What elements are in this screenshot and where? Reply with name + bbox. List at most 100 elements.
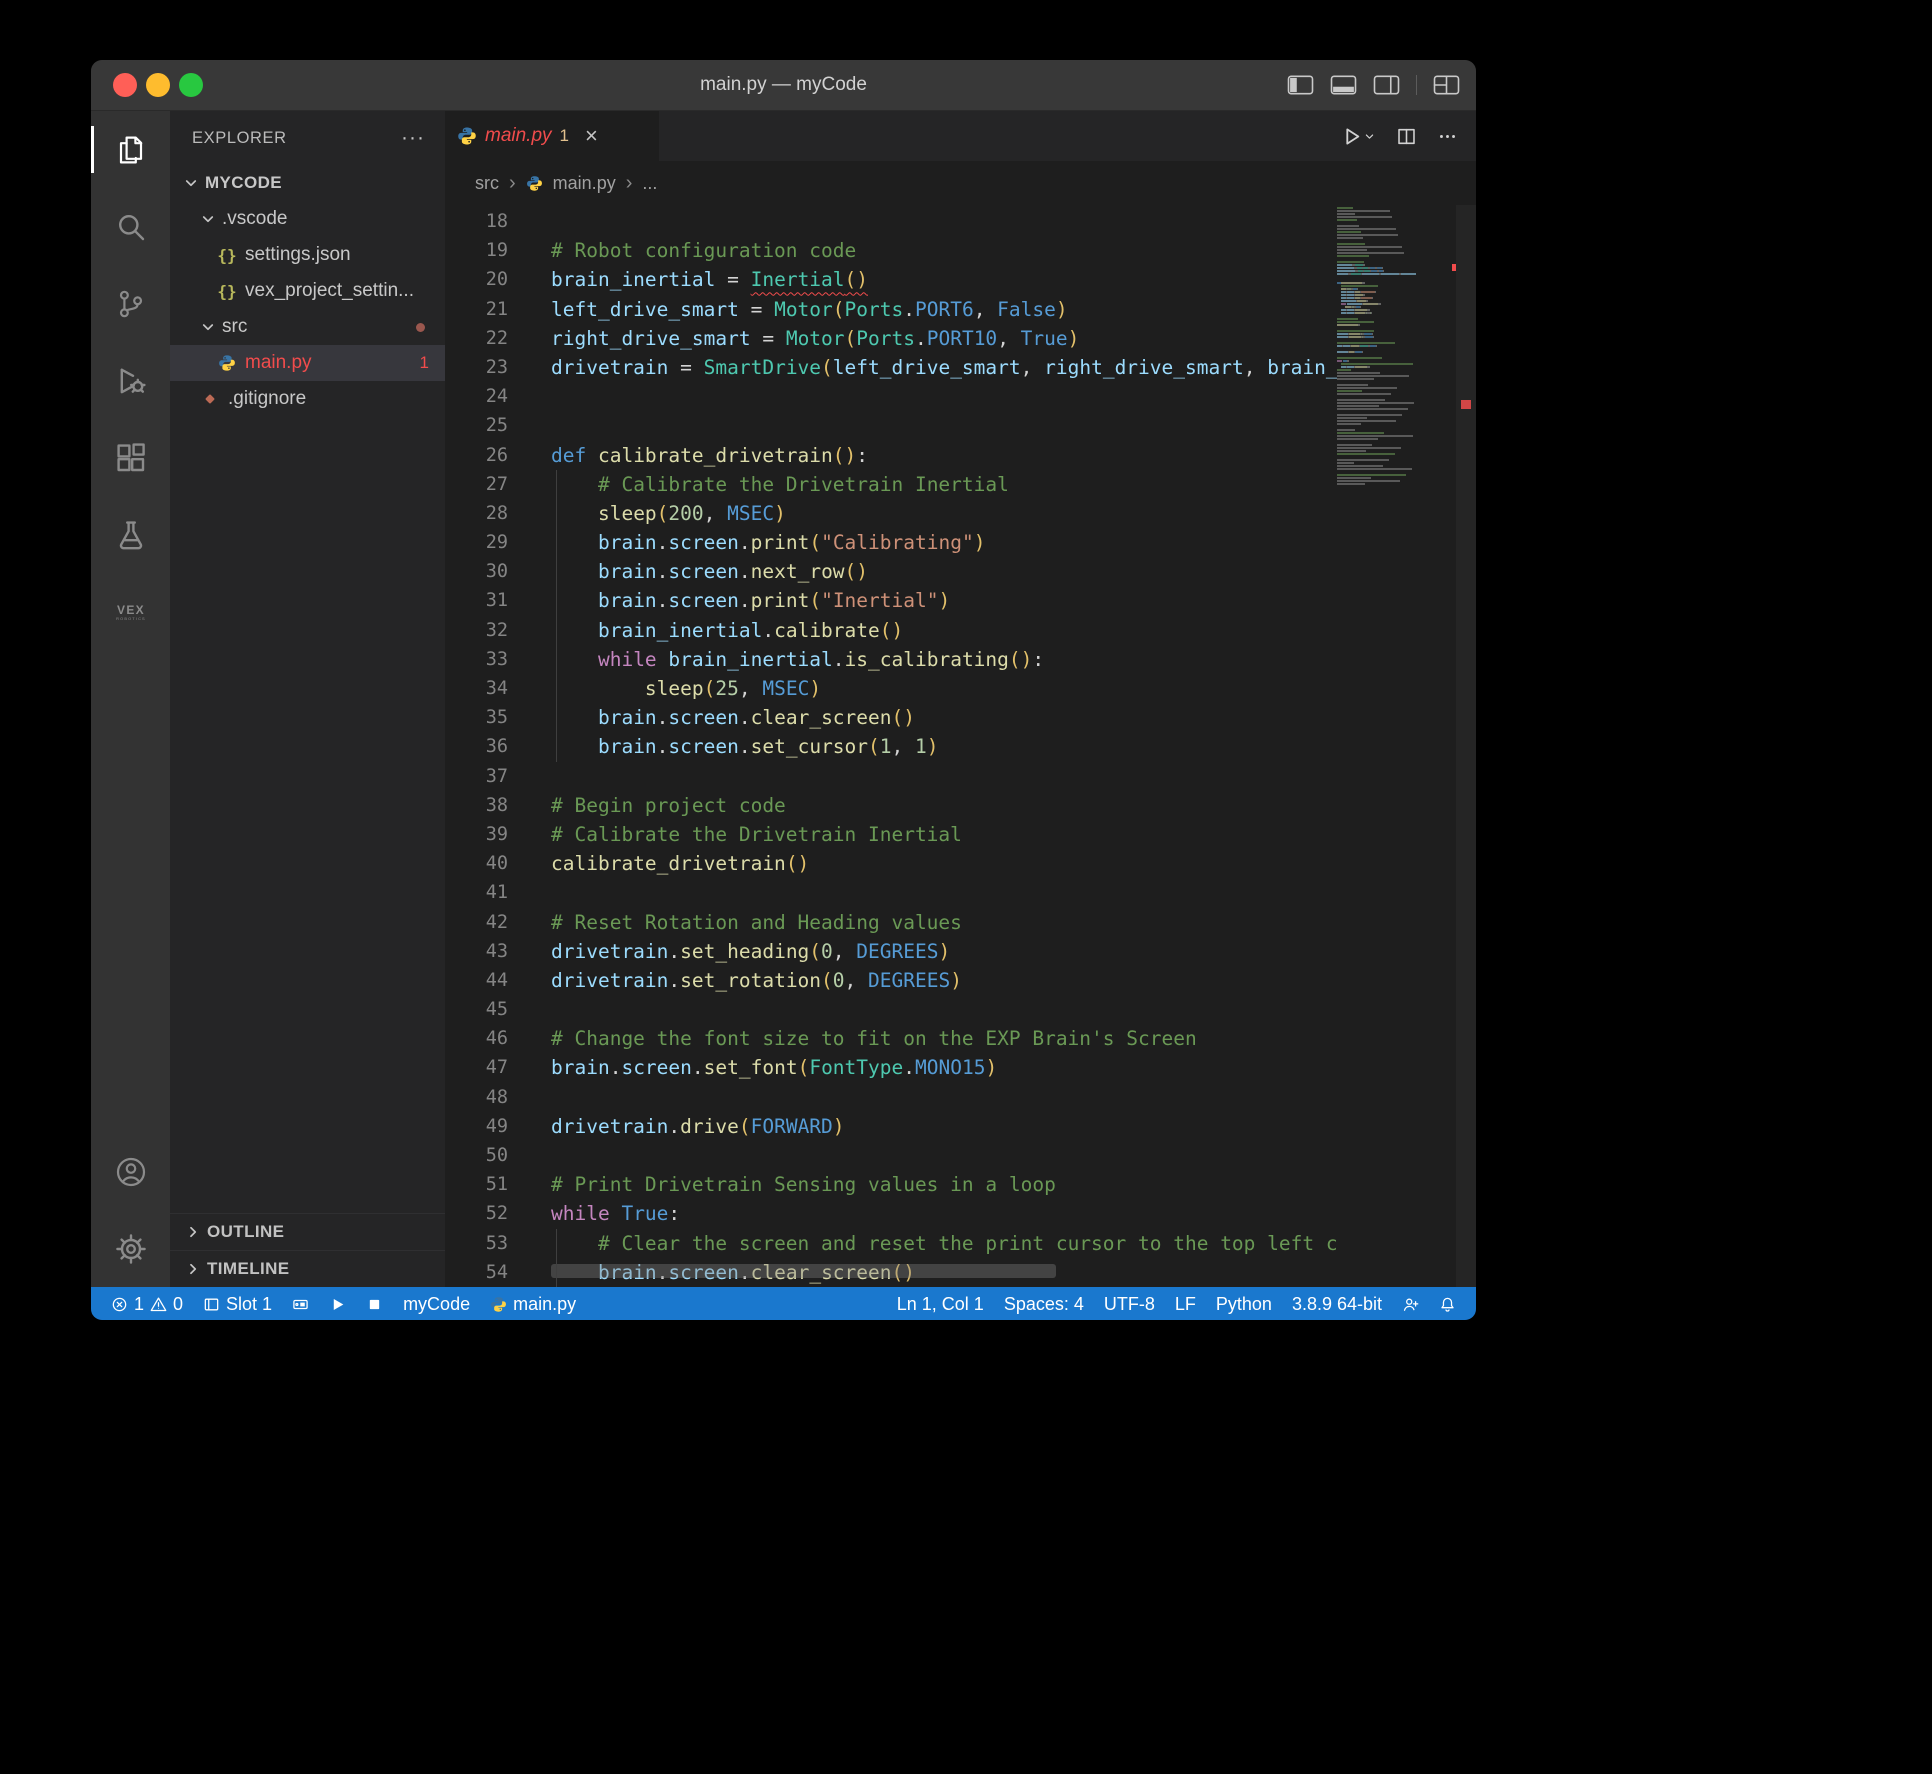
customize-layout[interactable] — [1433, 75, 1460, 95]
code-line-50[interactable]: 50 — [445, 1141, 1337, 1170]
status-cursor-position[interactable]: Ln 1, Col 1 — [887, 1287, 994, 1320]
line-number[interactable]: 32 — [445, 616, 508, 645]
code-line-53[interactable]: 53 # Clear the screen and reset the prin… — [445, 1229, 1337, 1258]
line-number[interactable]: 18 — [445, 207, 508, 236]
line-number[interactable]: 22 — [445, 324, 508, 353]
code-line-27[interactable]: 27 # Calibrate the Drivetrain Inertial — [445, 470, 1337, 499]
activity-settings[interactable] — [91, 1210, 170, 1287]
overview-ruler[interactable] — [1456, 205, 1476, 1287]
code-line-20[interactable]: 20brain_inertial = Inertial() — [445, 265, 1337, 294]
code-line-45[interactable]: 45 — [445, 995, 1337, 1024]
line-number[interactable]: 34 — [445, 674, 508, 703]
line-number[interactable]: 46 — [445, 1024, 508, 1053]
status-eol[interactable]: LF — [1165, 1287, 1206, 1320]
tree-item-file-settings-json[interactable]: {}settings.json — [170, 237, 445, 273]
zoom-button[interactable] — [179, 73, 203, 97]
line-number[interactable]: 41 — [445, 878, 508, 907]
code-line-21[interactable]: 21left_drive_smart = Motor(Ports.PORT6, … — [445, 295, 1337, 324]
status-encoding[interactable]: UTF-8 — [1094, 1287, 1165, 1320]
code-line-24[interactable]: 24 — [445, 382, 1337, 411]
code-line-40[interactable]: 40calibrate_drivetrain() — [445, 849, 1337, 878]
outline-section[interactable]: OUTLINE — [170, 1213, 445, 1250]
line-number[interactable]: 25 — [445, 411, 508, 440]
toggle-primary-sidebar[interactable] — [1287, 75, 1314, 95]
activity-testing[interactable] — [91, 496, 170, 573]
minimize-button[interactable] — [146, 73, 170, 97]
code-line-42[interactable]: 42# Reset Rotation and Heading values — [445, 908, 1337, 937]
code-line-47[interactable]: 47brain.screen.set_font(FontType.MONO15) — [445, 1053, 1337, 1082]
editor-action-more-actions[interactable] — [1437, 126, 1458, 147]
code-line-37[interactable]: 37 — [445, 762, 1337, 791]
line-number[interactable]: 24 — [445, 382, 508, 411]
code-lines[interactable]: 1819# Robot configuration code20brain_in… — [445, 207, 1337, 1287]
line-number[interactable]: 23 — [445, 353, 508, 382]
code-line-28[interactable]: 28 sleep(200, MSEC) — [445, 499, 1337, 528]
code-line-39[interactable]: 39# Calibrate the Drivetrain Inertial — [445, 820, 1337, 849]
code-line-19[interactable]: 19# Robot configuration code — [445, 236, 1337, 265]
line-number[interactable]: 19 — [445, 236, 508, 265]
code-line-38[interactable]: 38# Begin project code — [445, 791, 1337, 820]
code-line-51[interactable]: 51# Print Drivetrain Sensing values in a… — [445, 1170, 1337, 1199]
line-number[interactable]: 29 — [445, 528, 508, 557]
tree-item-workspace-root[interactable]: MYCODE — [170, 165, 445, 201]
status-active-file[interactable]: main.py — [480, 1287, 586, 1320]
code-line-26[interactable]: 26def calibrate_drivetrain(): — [445, 441, 1337, 470]
tree-item-file-vex-project-settings[interactable]: {}vex_project_settin... — [170, 273, 445, 309]
status-problems[interactable]: 10 — [101, 1287, 193, 1320]
line-number[interactable]: 30 — [445, 557, 508, 586]
code-line-29[interactable]: 29 brain.screen.print("Calibrating") — [445, 528, 1337, 557]
line-number[interactable]: 21 — [445, 295, 508, 324]
minimap[interactable] — [1337, 207, 1456, 489]
editor-action-run-python-file[interactable] — [1341, 126, 1376, 147]
code-line-25[interactable]: 25 — [445, 411, 1337, 440]
status-vex-stop[interactable] — [356, 1287, 393, 1320]
activity-source-control[interactable] — [91, 265, 170, 342]
activity-vex[interactable]: VEXROBOTICS — [91, 573, 170, 650]
status-language[interactable]: Python — [1206, 1287, 1282, 1320]
status-vex-brain[interactable] — [282, 1287, 319, 1320]
status-feedback[interactable] — [1392, 1287, 1429, 1320]
status-interpreter[interactable]: 3.8.9 64-bit — [1282, 1287, 1392, 1320]
code-line-44[interactable]: 44drivetrain.set_rotation(0, DEGREES) — [445, 966, 1337, 995]
line-number[interactable]: 45 — [445, 995, 508, 1024]
activity-accounts[interactable] — [91, 1133, 170, 1210]
breadcrumb-src[interactable]: src — [475, 173, 499, 194]
line-number[interactable]: 47 — [445, 1053, 508, 1082]
code-line-32[interactable]: 32 brain_inertial.calibrate() — [445, 616, 1337, 645]
line-number[interactable]: 50 — [445, 1141, 508, 1170]
line-number[interactable]: 20 — [445, 265, 508, 294]
status-vex-run[interactable] — [319, 1287, 356, 1320]
tab-main-py[interactable]: main.py 1 × — [445, 111, 659, 161]
tree-item-file-gitignore[interactable]: .gitignore — [170, 381, 445, 417]
line-number[interactable]: 27 — [445, 470, 508, 499]
line-number[interactable]: 33 — [445, 645, 508, 674]
line-number[interactable]: 52 — [445, 1199, 508, 1228]
activity-explorer[interactable] — [91, 111, 170, 188]
code-line-41[interactable]: 41 — [445, 878, 1337, 907]
line-number[interactable]: 35 — [445, 703, 508, 732]
code-line-34[interactable]: 34 sleep(25, MSEC) — [445, 674, 1337, 703]
horizontal-scrollbar[interactable] — [551, 1264, 1056, 1278]
line-number[interactable]: 43 — [445, 937, 508, 966]
breadcrumb-more[interactable]: ... — [642, 173, 657, 194]
status-indentation[interactable]: Spaces: 4 — [994, 1287, 1094, 1320]
code-line-52[interactable]: 52while True: — [445, 1199, 1337, 1228]
editor-action-split-editor[interactable] — [1396, 126, 1417, 147]
code-line-49[interactable]: 49drivetrain.drive(FORWARD) — [445, 1112, 1337, 1141]
timeline-section[interactable]: TIMELINE — [170, 1250, 445, 1287]
activity-extensions[interactable] — [91, 419, 170, 496]
line-number[interactable]: 40 — [445, 849, 508, 878]
breadcrumb-main-py[interactable]: main.py — [553, 173, 616, 194]
line-number[interactable]: 37 — [445, 762, 508, 791]
tree-item-file-main-py[interactable]: main.py1 — [170, 345, 445, 381]
code-line-46[interactable]: 46# Change the font size to fit on the E… — [445, 1024, 1337, 1053]
line-number[interactable]: 42 — [445, 908, 508, 937]
status-vex-slot[interactable]: Slot 1 — [193, 1287, 282, 1320]
tree-item-folder-vscode[interactable]: .vscode — [170, 201, 445, 237]
code-line-30[interactable]: 30 brain.screen.next_row() — [445, 557, 1337, 586]
code-line-31[interactable]: 31 brain.screen.print("Inertial") — [445, 586, 1337, 615]
line-number[interactable]: 49 — [445, 1112, 508, 1141]
close-icon[interactable]: × — [585, 126, 598, 146]
code-line-48[interactable]: 48 — [445, 1083, 1337, 1112]
line-number[interactable]: 36 — [445, 732, 508, 761]
